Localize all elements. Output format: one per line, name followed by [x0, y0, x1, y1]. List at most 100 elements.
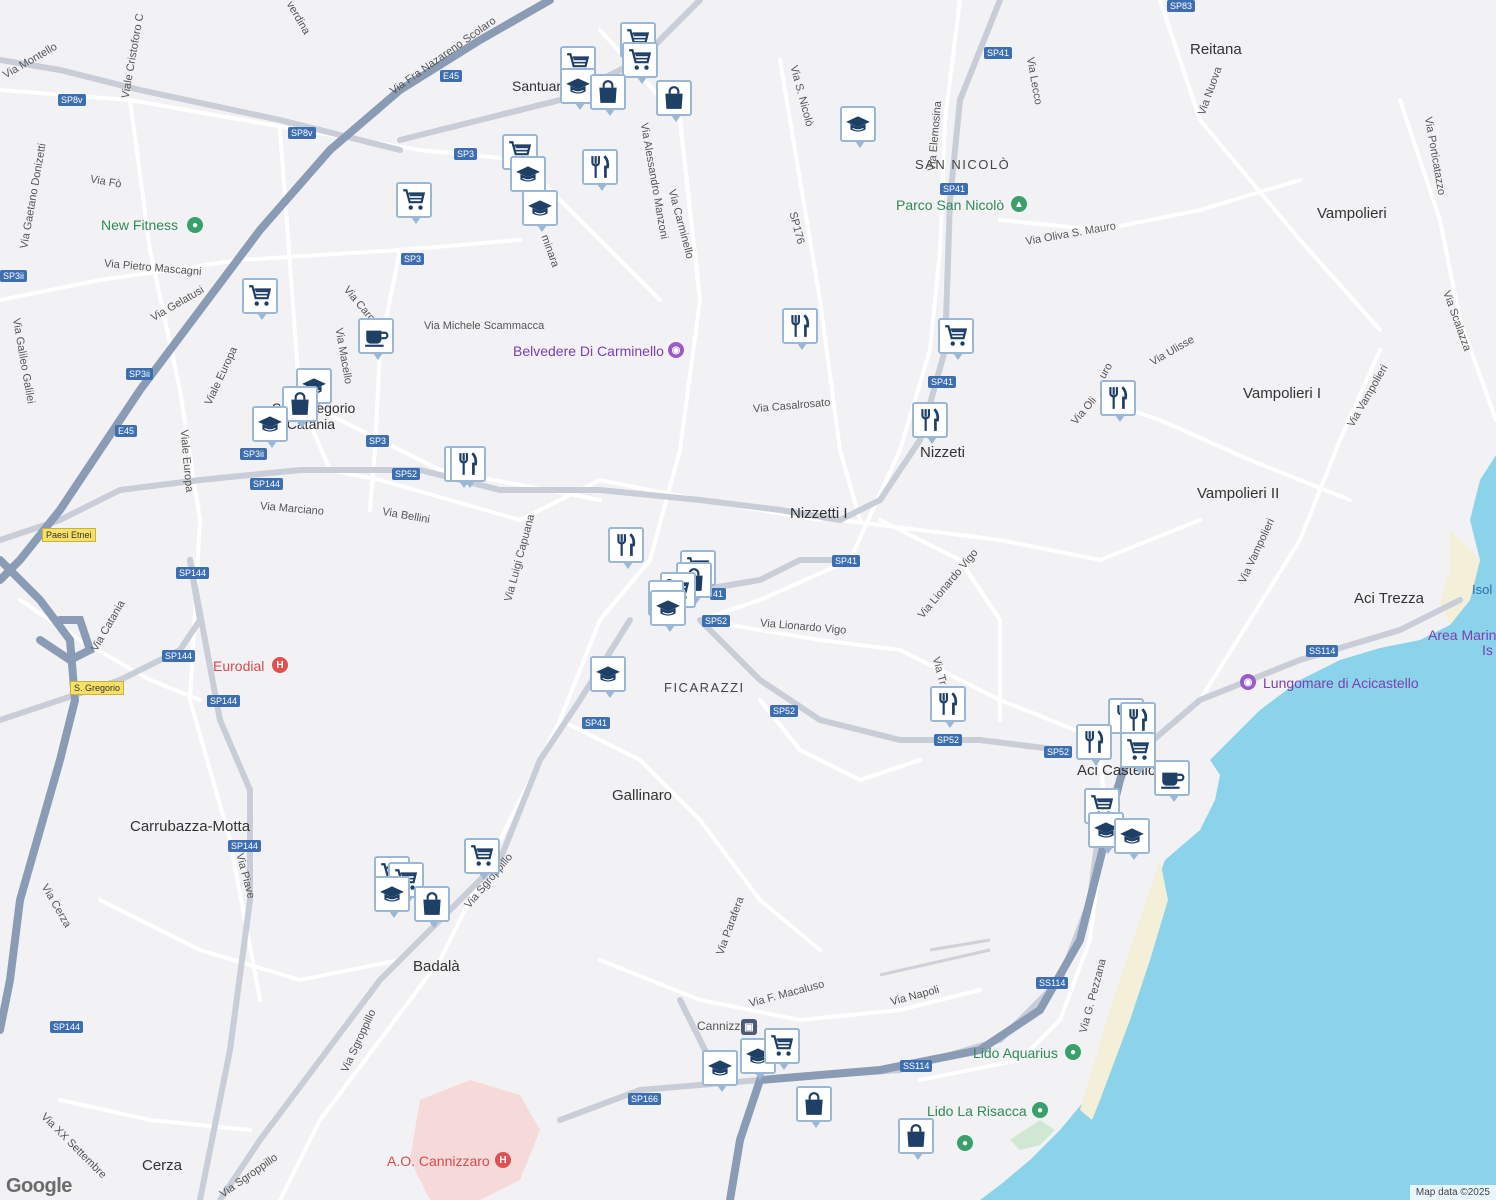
school-icon [515, 161, 541, 187]
map-marker-bag[interactable] [898, 1118, 934, 1160]
school-icon [257, 411, 283, 437]
map-marker-restaurant[interactable] [582, 149, 618, 191]
road-shield: SS114 [1036, 977, 1069, 989]
road-shield: SP52 [702, 615, 731, 627]
map-marker-restaurant[interactable] [1100, 380, 1136, 422]
road-shield: E45 [440, 70, 463, 82]
map-marker-school[interactable] [374, 876, 410, 918]
camera-icon[interactable]: ◉ [1240, 674, 1256, 690]
road-shield: SP144 [50, 1021, 84, 1033]
poi-label[interactable]: Eurodial [213, 658, 264, 674]
road-shield: SP8v [288, 127, 316, 139]
map-marker-cafe[interactable] [358, 318, 394, 360]
school-icon [565, 73, 591, 99]
map-marker-cart[interactable] [938, 318, 974, 360]
poi-label[interactable]: Parco San Nicolò [896, 197, 1004, 213]
poi-label[interactable]: New Fitness [101, 217, 178, 233]
map-attribution[interactable]: Map data ©2025 [1409, 1185, 1496, 1200]
road-shield: SP144 [228, 840, 262, 852]
school-icon [845, 111, 871, 137]
road-shield: SP8v [58, 94, 86, 106]
map-marker-bag[interactable] [656, 80, 692, 122]
poi-label[interactable]: Lungomare di Acicastello [1263, 675, 1419, 691]
map-marker-cart[interactable] [242, 278, 278, 320]
google-logo[interactable]: Google [6, 1175, 72, 1198]
poi-label[interactable]: Lido Aquarius [973, 1045, 1058, 1061]
train-station-icon[interactable]: ▣ [741, 1019, 757, 1035]
place-label: Vampolieri II [1197, 485, 1280, 502]
road-shield: 41 [710, 588, 727, 600]
road-shield: SP166 [628, 1093, 662, 1105]
bag-icon [801, 1091, 827, 1117]
place-label: FICARAZZI [664, 680, 745, 695]
map-marker-restaurant[interactable] [450, 446, 486, 488]
map-marker-bag[interactable] [414, 886, 450, 928]
school-icon [707, 1055, 733, 1081]
cart-icon [943, 323, 969, 349]
restaurant-icon [917, 407, 943, 433]
map-marker-bag[interactable] [590, 74, 626, 116]
beach-icon[interactable]: ● [957, 1135, 973, 1151]
cafe-icon [363, 323, 389, 349]
cart-icon [627, 47, 653, 73]
road-shield: SP144 [250, 478, 284, 490]
place-label: Vampolieri I [1243, 385, 1322, 402]
road-shield: SP41 [928, 376, 957, 388]
map-marker-school[interactable] [510, 156, 546, 198]
tree-icon[interactable]: ▲ [1011, 196, 1027, 212]
road-shield: SP144 [176, 567, 210, 579]
map-marker-cart[interactable] [1120, 732, 1156, 774]
bag-icon [903, 1123, 929, 1149]
road-shield-yellow: Paesi Etnei [42, 528, 96, 542]
road-shield: SP52 [934, 734, 963, 746]
map-marker-restaurant[interactable] [608, 527, 644, 569]
road-shield: SP52 [1044, 746, 1073, 758]
map-marker-school[interactable] [1114, 818, 1150, 860]
camera-icon[interactable]: ◉ [668, 342, 684, 358]
road-shield: SS114 [1306, 645, 1339, 657]
road-shield: SP3 [401, 253, 425, 265]
place-label: Carrubazza-Motta [130, 818, 251, 835]
map-marker-restaurant[interactable] [930, 686, 966, 728]
cart-icon [469, 843, 495, 869]
poi-label[interactable]: Area Marin [1428, 627, 1496, 643]
restaurant-icon [1081, 729, 1107, 755]
map-marker-cart[interactable] [622, 42, 658, 84]
map-marker-school[interactable] [590, 656, 626, 698]
map-marker-cart[interactable] [764, 1028, 800, 1070]
map-marker-school[interactable] [840, 106, 876, 148]
hospital-icon[interactable]: H [495, 1152, 511, 1168]
place-label: Nizzetti I [790, 505, 848, 522]
map-marker-school[interactable] [650, 590, 686, 632]
restaurant-icon [587, 154, 613, 180]
beach-icon[interactable]: ● [1032, 1102, 1048, 1118]
place-label: Nizzeti [920, 444, 966, 461]
bag-icon [595, 79, 621, 105]
poi-label[interactable]: A.O. Cannizzaro [387, 1153, 490, 1169]
restaurant-icon [455, 451, 481, 477]
map-marker-cart[interactable] [396, 182, 432, 224]
map-marker-school[interactable] [252, 406, 288, 448]
map-marker-restaurant[interactable] [782, 308, 818, 350]
map-marker-cafe[interactable] [1154, 760, 1190, 802]
poi-label[interactable]: Lido La Risacca [927, 1103, 1027, 1119]
map-marker-school[interactable] [702, 1050, 738, 1092]
place-label: Isol [1472, 582, 1493, 597]
road-shield: E45 [115, 425, 138, 437]
map-marker-cart[interactable] [464, 838, 500, 880]
map-marker-school[interactable] [522, 190, 558, 232]
poi-label[interactable]: Belvedere Di Carminello [513, 343, 664, 359]
poi-label[interactable]: Is [1482, 642, 1493, 658]
road-shield: SP3 [366, 435, 390, 447]
road-shield: SP52 [770, 705, 799, 717]
fitness-icon[interactable]: ● [187, 217, 203, 233]
map-marker-restaurant[interactable] [1076, 724, 1112, 766]
beach-icon[interactable]: ● [1065, 1044, 1081, 1060]
place-label: Gallinaro [612, 787, 673, 804]
road-shield: SS114 [900, 1060, 933, 1072]
cart-icon [1125, 737, 1151, 763]
hospital-icon[interactable]: H [272, 657, 288, 673]
restaurant-icon [1105, 385, 1131, 411]
map-marker-restaurant[interactable] [912, 402, 948, 444]
map-marker-bag[interactable] [796, 1086, 832, 1128]
